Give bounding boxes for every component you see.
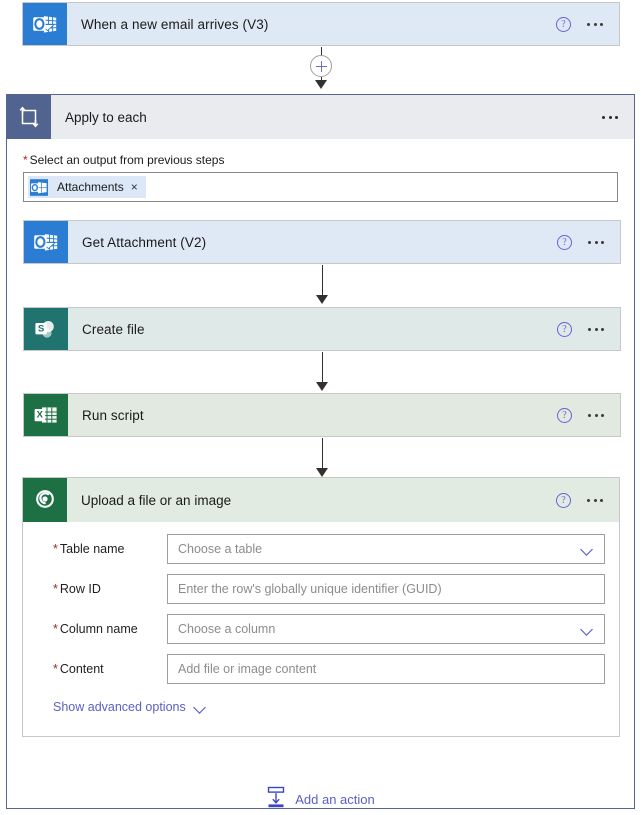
action-card-actions: ? (557, 308, 620, 350)
help-icon[interactable]: ? (556, 16, 571, 32)
help-icon[interactable]: ? (557, 407, 572, 423)
select-output-input[interactable]: Attachments × (23, 172, 618, 202)
select-output-label: * Select an output from previous steps (23, 153, 618, 167)
upload-action-actions: ? (556, 478, 619, 522)
content-input[interactable]: Add file or image content (167, 654, 605, 684)
apply-to-each-title: Apply to each (65, 109, 147, 125)
close-icon[interactable]: × (131, 181, 138, 193)
connector-arrowhead (316, 468, 328, 477)
more-commands-icon[interactable] (588, 413, 604, 417)
sharepoint-icon: S (24, 308, 68, 350)
connector-line (322, 352, 323, 384)
field-label-text: Content (59, 662, 104, 676)
insert-action-icon (266, 786, 286, 813)
action-card-run-script[interactable]: X Run script ? (23, 393, 621, 437)
show-advanced-options-toggle[interactable]: Show advanced options (37, 694, 605, 714)
more-commands-icon[interactable] (588, 240, 604, 244)
token-attachments[interactable]: Attachments × (28, 176, 146, 198)
action-card-get-attachment[interactable]: Get Attachment (V2) ? (23, 220, 621, 264)
insert-step-plus-button[interactable] (310, 55, 332, 77)
field-row-table-name: * Table name Choose a table (37, 534, 605, 564)
field-row-content: * Content Add file or image content (37, 654, 605, 684)
action-card-create-file[interactable]: S Create file ? (23, 307, 621, 351)
required-marker: * (53, 582, 58, 596)
help-icon[interactable]: ? (557, 234, 572, 250)
action-title: Create file (82, 321, 145, 337)
chevron-down-icon[interactable] (194, 703, 207, 711)
more-commands-icon[interactable] (587, 498, 603, 502)
help-icon[interactable]: ? (556, 492, 571, 508)
apply-to-each-header[interactable]: Apply to each (7, 95, 634, 139)
upload-action-fields: * Table name Choose a table * Row ID Enter… (23, 522, 619, 736)
connector-line (322, 265, 323, 297)
trigger-actions: ? (556, 3, 619, 45)
action-card-actions: ? (557, 394, 620, 436)
field-label-text: Column name (59, 622, 138, 636)
foreach-loop-icon (7, 95, 51, 139)
excel-icon: X (24, 394, 68, 436)
action-title: Get Attachment (V2) (82, 234, 207, 250)
field-label-row-id: * Row ID (37, 582, 167, 596)
field-label-text: Row ID (59, 582, 101, 596)
help-icon[interactable]: ? (557, 321, 572, 337)
connector-arrowhead (316, 295, 328, 304)
field-label-table-name: * Table name (37, 542, 167, 556)
row-id-placeholder: Enter the row's globally unique identifi… (178, 582, 442, 596)
apply-to-each-actions (602, 95, 634, 139)
action-title: Run script (82, 407, 144, 423)
row-id-input[interactable]: Enter the row's globally unique identifi… (167, 574, 605, 604)
required-marker: * (53, 542, 58, 556)
trigger-title: When a new email arrives (V3) (81, 16, 269, 32)
outlook-icon (23, 3, 67, 45)
show-advanced-options-label: Show advanced options (53, 700, 186, 714)
field-label-content: * Content (37, 662, 167, 676)
svg-text:S: S (38, 324, 45, 335)
column-name-placeholder: Choose a column (178, 622, 276, 636)
outlook-icon (28, 176, 50, 198)
more-commands-icon[interactable] (588, 327, 604, 331)
more-commands-icon[interactable] (602, 115, 618, 119)
chevron-down-icon[interactable] (581, 625, 594, 633)
chevron-down-icon[interactable] (581, 545, 594, 553)
field-row-row-id: * Row ID Enter the row's globally unique … (37, 574, 605, 604)
upload-action-header[interactable]: Upload a file or an image ? (23, 478, 619, 522)
table-name-placeholder: Choose a table (178, 542, 263, 556)
svg-text:X: X (37, 409, 44, 420)
flow-designer-canvas: When a new email arrives (V3) ? Apply to… (0, 0, 641, 815)
action-card-upload-a-file-or-an-image: Upload a file or an image ? * Table name … (22, 477, 620, 737)
required-marker: * (53, 622, 58, 636)
connector-arrowhead (316, 382, 328, 391)
field-label-column-name: * Column name (37, 622, 167, 636)
column-name-dropdown[interactable]: Choose a column (167, 614, 605, 644)
outlook-icon (24, 221, 68, 263)
add-an-action-label: Add an action (295, 792, 375, 807)
trigger-card-when-a-new-email-arrives[interactable]: When a new email arrives (V3) ? (22, 2, 620, 46)
required-marker: * (53, 662, 58, 676)
upload-action-title: Upload a file or an image (81, 492, 232, 508)
select-output-label-text: Select an output from previous steps (29, 153, 225, 167)
dataverse-icon (23, 478, 67, 522)
table-name-dropdown[interactable]: Choose a table (167, 534, 605, 564)
more-commands-icon[interactable] (587, 22, 603, 26)
content-placeholder: Add file or image content (178, 662, 317, 676)
field-label-text: Table name (59, 542, 125, 556)
add-an-action-button[interactable]: Add an action (0, 786, 641, 813)
field-row-column-name: * Column name Choose a column (37, 614, 605, 644)
connector-arrowhead (315, 80, 327, 89)
token-label: Attachments (57, 180, 124, 194)
action-card-actions: ? (557, 221, 620, 263)
apply-to-each-body: * Select an output from previous steps A… (7, 153, 634, 202)
required-marker: * (23, 153, 28, 167)
connector-line (322, 438, 323, 470)
